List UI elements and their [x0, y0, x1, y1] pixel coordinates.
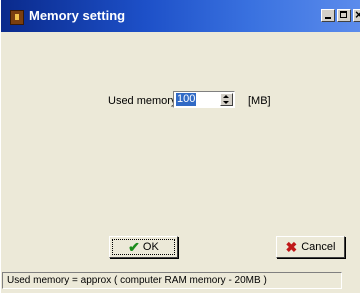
used-memory-label: Used memory — [108, 95, 177, 107]
app-icon[interactable] — [10, 10, 24, 25]
x-icon: ✖ — [285, 239, 298, 255]
status-bar: Used memory = approx ( computer RAM memo… — [2, 272, 342, 289]
close-button[interactable] — [353, 7, 360, 22]
spin-arrows[interactable] — [220, 93, 233, 106]
window-title: Memory setting — [29, 8, 126, 23]
minimize-button[interactable] — [321, 9, 335, 22]
spin-up-icon[interactable] — [223, 95, 229, 98]
title-bar[interactable]: Memory setting — [1, 0, 360, 32]
ok-button[interactable]: ✔ OK — [109, 236, 178, 258]
ok-button-label: OK — [142, 241, 159, 253]
unit-label: [MB] — [248, 95, 271, 107]
memory-setting-window: Memory setting Used memory 100 [MB] ✔ OK… — [0, 0, 360, 293]
used-memory-spinbox[interactable]: 100 — [173, 91, 235, 108]
check-icon: ✔ — [128, 239, 140, 255]
cancel-button[interactable]: ✖ Cancel — [276, 236, 345, 258]
used-memory-input[interactable]: 100 — [176, 93, 197, 106]
spin-down-icon[interactable] — [223, 101, 229, 104]
cancel-button-label: Cancel — [301, 241, 336, 253]
maximize-button[interactable] — [337, 9, 351, 22]
